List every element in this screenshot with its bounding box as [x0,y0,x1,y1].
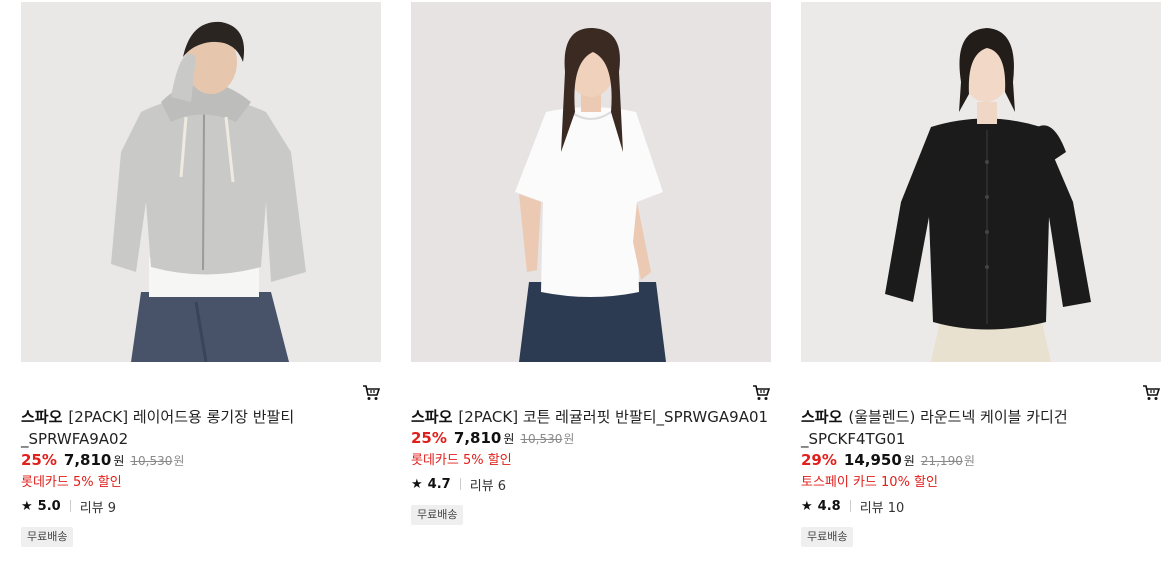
price-row: 29% 14,950 원 21,190 원 [801,451,1161,473]
card-promo: 토스페이 카드 10% 할인 [801,475,938,490]
brand-name: 스파오 [21,408,63,426]
product-title[interactable]: 스파오 [2PACK] 코튼 레귤러핏 반팔티_SPRWGA9A01 [411,406,771,428]
original-currency-label: 원 [963,454,975,468]
rating-score: 4.8 [817,498,841,514]
original-currency-label: 원 [173,454,185,468]
product-card[interactable]: 스파오 [2PACK] 코튼 레귤러핏 반팔티_SPRWGA9A01 25% 7,… [411,2,771,525]
original-price: 10,530 [520,432,563,446]
rating-row: ★ 4.8 리뷰 10 [801,495,1161,517]
discount-rate: 29% [801,451,837,469]
product-image[interactable] [801,2,1161,362]
free-shipping-badge: 무료배송 [411,505,464,525]
product-title[interactable]: 스파오 [2PACK] 레이어드용 롱기장 반팔티 _SPRWFA9A02 [21,406,381,450]
currency-label: 원 [113,454,125,468]
brand-name: 스파오 [801,408,843,426]
brand-name: 스파오 [411,408,453,426]
price-row: 25% 7,810 원 10,530 원 [21,451,381,473]
product-photo [411,2,771,362]
product-photo [21,2,381,362]
review-count: 리뷰 6 [469,478,507,494]
original-price: 10,530 [130,454,173,468]
rating-score: 5.0 [37,498,61,514]
product-card[interactable]: 스파오 [2PACK] 레이어드용 롱기장 반팔티 _SPRWFA9A02 25% … [21,2,381,547]
sale-price: 7,810 [63,451,112,469]
currency-label: 원 [903,454,915,468]
rating-score: 4.7 [427,476,451,492]
product-card[interactable]: 스파오 (울블렌드) 라운드넥 케이블 카디건 _SPCKF4TG01 29% 14… [801,2,1161,547]
card-promo: 롯데카드 5% 할인 [21,475,122,490]
cart-icon[interactable] [751,384,771,402]
rating-row: ★ 4.7 리뷰 6 [411,473,771,495]
discount-rate: 25% [411,429,447,447]
product-name: [2PACK] 레이어드용 롱기장 반팔티 [68,408,295,426]
review-count: 리뷰 10 [859,500,905,516]
product-name: [2PACK] 코튼 레귤러핏 반팔티_SPRWGA9A01 [458,408,769,426]
free-shipping-badge: 무료배송 [21,527,74,547]
divider [459,478,461,490]
product-grid: 스파오 [2PACK] 레이어드용 롱기장 반팔티 _SPRWFA9A02 25% … [0,0,1174,563]
review-count: 리뷰 9 [79,500,117,516]
sale-price: 14,950 [843,451,902,469]
free-shipping-badge: 무료배송 [801,527,854,547]
rating-row: ★ 5.0 리뷰 9 [21,495,381,517]
star-icon: ★ [411,476,423,492]
product-photo [801,2,1161,362]
product-image[interactable] [411,2,771,362]
discount-rate: 25% [21,451,57,469]
divider [69,500,71,512]
star-icon: ★ [21,498,33,514]
original-currency-label: 원 [563,432,575,446]
cart-icon[interactable] [1141,384,1161,402]
product-code: _SPRWFA9A02 [21,430,129,448]
product-code: _SPCKF4TG01 [801,430,906,448]
card-promo: 롯데카드 5% 할인 [411,453,512,468]
price-row: 25% 7,810 원 10,530 원 [411,429,771,451]
sale-price: 7,810 [453,429,502,447]
cart-icon[interactable] [361,384,381,402]
product-title[interactable]: 스파오 (울블렌드) 라운드넥 케이블 카디건 _SPCKF4TG01 [801,406,1161,450]
product-image[interactable] [21,2,381,362]
original-price: 21,190 [920,454,963,468]
divider [849,500,851,512]
star-icon: ★ [801,498,813,514]
currency-label: 원 [503,432,515,446]
product-name: (울블렌드) 라운드넥 케이블 카디건 [848,408,1068,426]
